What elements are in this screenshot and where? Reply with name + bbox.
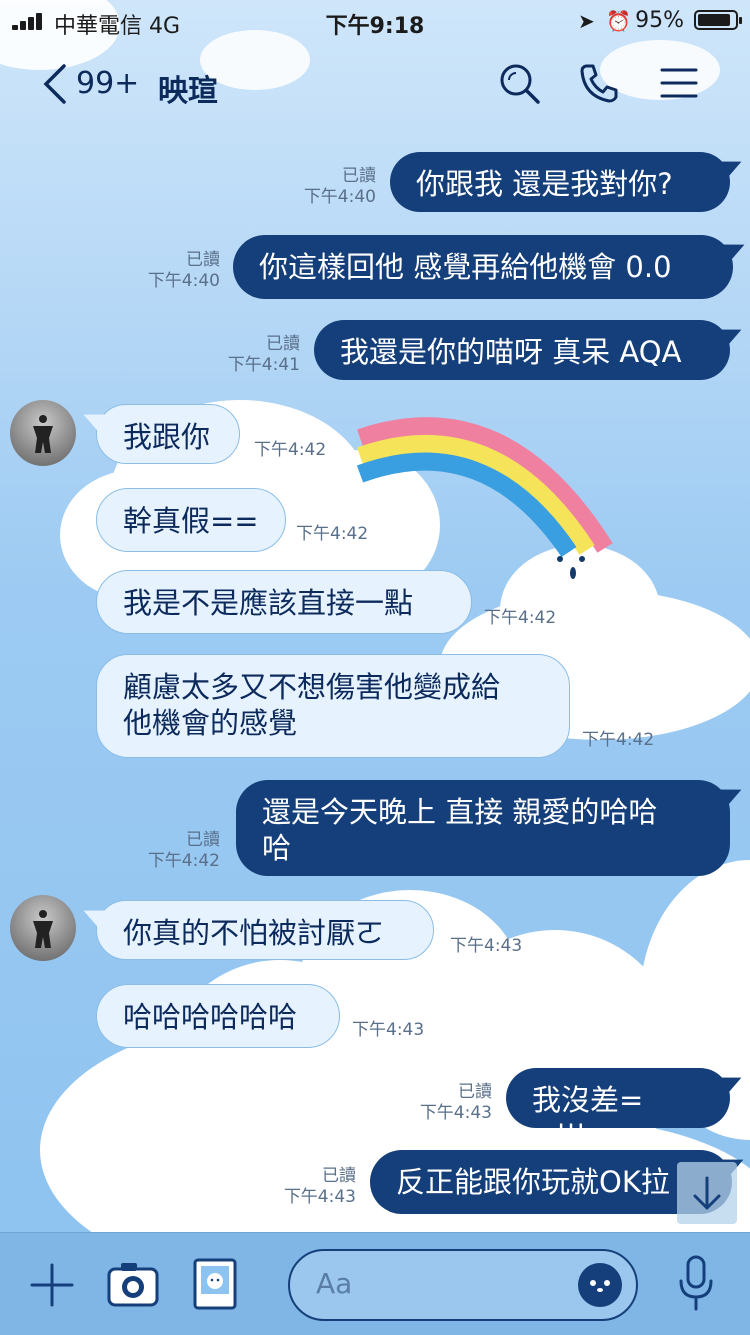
message-meta: 已讀 下午4:42 xyxy=(134,830,220,872)
message-time: 下午4:43 xyxy=(450,936,523,956)
incoming-message-bubble[interactable]: 我跟你 xyxy=(96,404,240,464)
read-receipt: 已讀 xyxy=(186,250,220,270)
message-time: 下午4:43 xyxy=(352,1020,425,1040)
message-time: 下午4:42 xyxy=(147,851,220,871)
message-time: 下午4:41 xyxy=(227,355,300,375)
avatar-person-icon xyxy=(33,910,53,948)
read-receipt: 已讀 xyxy=(342,166,376,186)
incoming-message-bubble[interactable]: 顧慮太多又不想傷害他變成給 他機會的感覺 xyxy=(96,654,570,758)
read-receipt: 已讀 xyxy=(322,1166,356,1186)
unread-count[interactable]: 99+ xyxy=(76,66,139,101)
microphone-icon[interactable] xyxy=(674,1253,718,1315)
message-time: 下午4:43 xyxy=(419,1103,492,1123)
scroll-to-bottom-button[interactable] xyxy=(677,1162,737,1224)
message-time: 下午4:40 xyxy=(303,187,376,207)
read-receipt: 已讀 xyxy=(266,334,300,354)
contact-name[interactable]: 映瑄 xyxy=(158,66,218,110)
message-meta: 已讀 下午4:41 xyxy=(214,334,300,376)
battery-icon xyxy=(694,10,742,30)
location-icon: ➤ xyxy=(578,9,595,33)
message-time: 下午4:43 xyxy=(283,1187,356,1207)
input-toolbar: Aa xyxy=(0,1232,750,1335)
incoming-message-bubble[interactable]: 我是不是應該直接一點 xyxy=(96,570,472,634)
status-bar: 中華電信 4G 下午9:18 ➤ ⏰ 95% xyxy=(0,0,750,42)
message-input[interactable]: Aa xyxy=(288,1249,638,1321)
message-time: 下午4:42 xyxy=(582,730,655,750)
message-meta: 已讀 下午4:43 xyxy=(406,1082,492,1124)
outgoing-message-bubble[interactable]: 你這樣回他 感覺再給他機會 0.0 xyxy=(233,235,733,299)
outgoing-message-bubble[interactable]: 我還是你的喵呀 真呆 AQA xyxy=(314,320,730,380)
incoming-message-bubble[interactable]: 幹真假== xyxy=(96,488,286,552)
incoming-message-bubble[interactable]: 你真的不怕被討厭ㄛ xyxy=(96,900,434,960)
alarm-icon: ⏰ xyxy=(606,9,631,33)
message-time: 下午4:42 xyxy=(296,524,369,544)
phone-call-icon[interactable] xyxy=(576,60,622,106)
read-receipt: 已讀 xyxy=(186,830,220,850)
menu-icon[interactable] xyxy=(656,60,702,106)
message-input-placeholder: Aa xyxy=(316,1267,353,1300)
message-time: 下午4:42 xyxy=(484,608,557,628)
camera-icon[interactable] xyxy=(106,1259,160,1309)
contact-avatar[interactable] xyxy=(10,400,76,466)
chat-header: 99+ 映瑄 xyxy=(0,42,750,132)
plus-icon[interactable] xyxy=(28,1261,76,1309)
avatar-person-icon xyxy=(33,415,53,453)
contact-avatar[interactable] xyxy=(10,895,76,961)
outgoing-message-bubble[interactable]: 我沒差= =||| xyxy=(506,1068,730,1153)
emoji-sticker-icon[interactable] xyxy=(578,1263,622,1307)
message-time: 下午4:40 xyxy=(147,271,220,291)
read-receipt: 已讀 xyxy=(458,1082,492,1102)
bear-face-decoration xyxy=(557,556,585,579)
search-icon[interactable] xyxy=(496,60,542,106)
incoming-message-bubble[interactable]: 哈哈哈哈哈哈 xyxy=(96,984,340,1048)
message-meta: 已讀 下午4:40 xyxy=(290,166,376,208)
message-meta: 已讀 下午4:40 xyxy=(134,250,220,292)
outgoing-message-bubble[interactable]: 還是今天晚上 直接 親愛的哈哈 哈 xyxy=(236,780,730,876)
outgoing-message-bubble[interactable]: 你跟我 還是我對你? xyxy=(390,152,730,212)
message-meta: 已讀 下午4:43 xyxy=(270,1166,356,1208)
photo-gallery-icon[interactable] xyxy=(192,1257,238,1311)
message-time: 下午4:42 xyxy=(254,440,327,460)
battery-percentage: 95% xyxy=(635,8,684,33)
back-chevron-icon[interactable] xyxy=(40,62,70,106)
